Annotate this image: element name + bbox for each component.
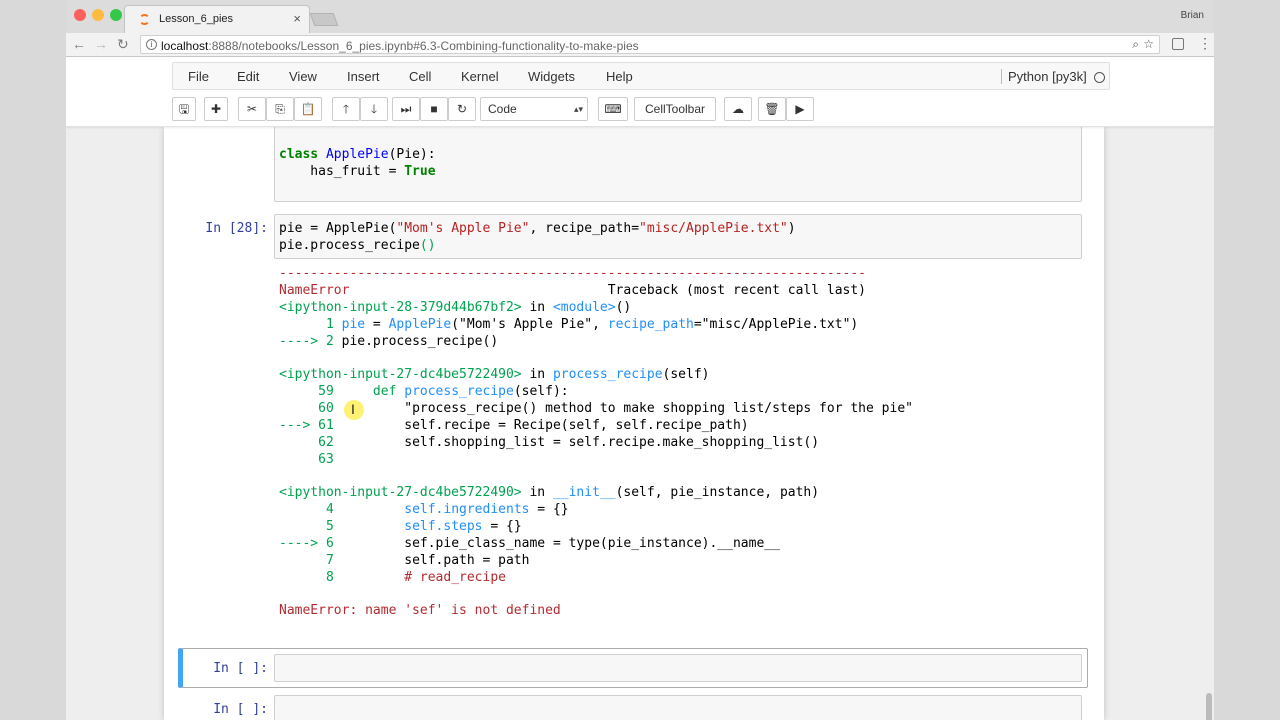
code-line: has_fruit = True: [279, 164, 436, 179]
bookmark-star-icon[interactable]: ☆: [1143, 37, 1154, 51]
delete-button[interactable]: 🗑: [758, 97, 786, 121]
cloud-upload-icon: ☁: [732, 102, 744, 116]
reload-icon[interactable]: ↻: [117, 36, 129, 53]
arrow-up-icon: 🡑: [342, 102, 350, 116]
traceback-frame-header: <ipython-input-28-379d44b67bf2> in <modu…: [279, 300, 632, 315]
scissors-icon: ✂: [246, 102, 258, 116]
menu-view[interactable]: View: [289, 69, 317, 84]
traceback-line: 59 def process_recipe(self):: [279, 384, 569, 399]
menu-widgets[interactable]: Widgets: [528, 69, 575, 84]
traceback-line: 1 pie = ApplePie("Mom's Apple Pie", reci…: [279, 317, 859, 332]
copy-icon: ⎘: [275, 102, 285, 116]
cut-button[interactable]: ✂: [238, 97, 266, 121]
forward-arrow-icon[interactable]: →: [94, 36, 108, 52]
kernel-idle-indicator-icon: [1094, 72, 1105, 83]
text-cursor-icon: I: [344, 400, 364, 420]
run-button[interactable]: ⏭: [392, 97, 420, 121]
code-line: class ApplePie(Pie):: [279, 147, 436, 162]
minimize-window-light[interactable]: [92, 9, 104, 21]
command-palette-button[interactable]: ⌨: [598, 97, 628, 121]
traceback-frame-header: <ipython-input-27-dc4be5722490> in __ini…: [279, 485, 820, 500]
traceback-line: 62 self.shopping_list = self.recipe.make…: [279, 435, 820, 450]
menu-help[interactable]: Help: [606, 69, 633, 84]
arrow-down-icon: 🡓: [370, 102, 378, 116]
cell-type-select[interactable]: Code ▴▾: [480, 97, 588, 121]
code-line: pie.process_recipe(): [279, 238, 436, 253]
move-up-button[interactable]: 🡑: [332, 97, 360, 121]
browser-window: Lesson_6_pies × Brian ← → ↻ i localhost:…: [66, 0, 1214, 720]
close-window-light[interactable]: [74, 9, 86, 21]
zoom-icon[interactable]: ⌕: [1132, 37, 1139, 52]
traceback-line: 60 "process_recipe() method to make shop…: [279, 401, 913, 416]
restart-icon: ↻: [456, 102, 468, 116]
traceback-error-line: ----> 6 sef.pie_class_name = type(pie_in…: [279, 536, 780, 551]
cell-prompt: In [ ]:: [213, 702, 268, 717]
traceback-line: 5 self.steps = {}: [279, 519, 522, 534]
keyboard-icon: ⌨: [604, 102, 622, 116]
tab-bar: Lesson_6_pies × Brian: [66, 0, 1214, 33]
paste-button[interactable]: 📋: [294, 97, 322, 121]
interrupt-button[interactable]: ■: [420, 97, 448, 121]
address-bar[interactable]: i localhost:8888/notebooks/Lesson_6_pies…: [140, 35, 1160, 54]
notebook-container: class ApplePie(Pie): has_fruit = True In…: [66, 127, 1214, 720]
menu-file[interactable]: File: [188, 69, 209, 84]
menu-kernel[interactable]: Kernel: [461, 69, 499, 84]
traceback-rule: ----------------------------------------…: [279, 266, 866, 281]
browser-tab[interactable]: Lesson_6_pies ×: [124, 5, 310, 33]
jupyter-favicon-icon: [139, 14, 150, 25]
traceback-line: 4 self.ingredients = {}: [279, 502, 569, 517]
traceback-frame-header: <ipython-input-27-dc4be5722490> in proce…: [279, 367, 710, 382]
upload-button[interactable]: ☁: [724, 97, 752, 121]
notebook-header: File Edit View Insert Cell Kernel Widget…: [66, 57, 1214, 127]
browser-menu-icon[interactable]: ⋮: [1198, 35, 1212, 52]
back-arrow-icon[interactable]: ←: [72, 36, 86, 52]
cell-prompt: In [ ]:: [213, 661, 268, 676]
select-arrows-icon: ▴▾: [573, 104, 583, 114]
paste-icon: 📋: [300, 102, 316, 116]
empty-cell-input[interactable]: [274, 654, 1082, 682]
url-text: localhost:8888/notebooks/Lesson_6_pies.i…: [161, 39, 639, 53]
menu-edit[interactable]: Edit: [237, 69, 259, 84]
new-tab-button[interactable]: [309, 13, 339, 26]
browser-toolbar: ← → ↻ i localhost:8888/notebooks/Lesson_…: [66, 33, 1214, 57]
copy-button[interactable]: ⎘: [266, 97, 294, 121]
play-video-icon: ▶: [795, 102, 805, 116]
code-line: pie = ApplePie("Mom's Apple Pie", recipe…: [279, 221, 796, 236]
tab-close-icon[interactable]: ×: [293, 11, 301, 26]
cell-prompt: In [28]:: [205, 221, 268, 236]
plus-icon: ✚: [210, 102, 222, 116]
restart-button[interactable]: ↻: [448, 97, 476, 121]
traceback-error-line: ----> 2 pie.process_recipe(): [279, 334, 499, 349]
scrollbar-thumb[interactable]: [1206, 693, 1212, 720]
save-button[interactable]: 🖫: [172, 97, 196, 121]
step-forward-icon: ⏭: [400, 102, 412, 116]
traceback-line: 8 # read_recipe: [279, 570, 506, 585]
traceback-final-error: NameError: name 'sef' is not defined: [279, 603, 561, 618]
menu-insert[interactable]: Insert: [347, 69, 380, 84]
extension-icon[interactable]: [1172, 38, 1184, 50]
save-icon: 🖫: [178, 102, 190, 116]
profile-name[interactable]: Brian: [1181, 10, 1204, 21]
traceback-header: NameError Traceback (most recent call la…: [279, 283, 867, 298]
cell-type-value: Code: [488, 102, 517, 116]
menu-cell[interactable]: Cell: [409, 69, 431, 84]
celltoolbar-button[interactable]: CellToolbar: [634, 97, 716, 121]
trash-icon: 🗑: [764, 102, 780, 116]
traceback-line: 63: [279, 452, 342, 467]
site-info-icon[interactable]: i: [146, 39, 157, 50]
traceback-error-line: ---> 61 self.recipe = Recipe(self, self.…: [279, 418, 749, 433]
empty-cell-input[interactable]: [274, 695, 1082, 720]
menubar: File Edit View Insert Cell Kernel Widget…: [172, 62, 1110, 90]
zoom-window-light[interactable]: [110, 9, 122, 21]
present-button[interactable]: ▶: [786, 97, 814, 121]
kernel-name: Python [py3k]: [1001, 69, 1087, 84]
tab-title: Lesson_6_pies: [159, 13, 234, 25]
traceback-line: 7 self.path = path: [279, 553, 530, 568]
move-down-button[interactable]: 🡓: [360, 97, 388, 121]
stop-icon: ■: [430, 102, 438, 116]
notebook-page: class ApplePie(Pie): has_fruit = True In…: [164, 127, 1104, 720]
insert-cell-button[interactable]: ✚: [204, 97, 228, 121]
